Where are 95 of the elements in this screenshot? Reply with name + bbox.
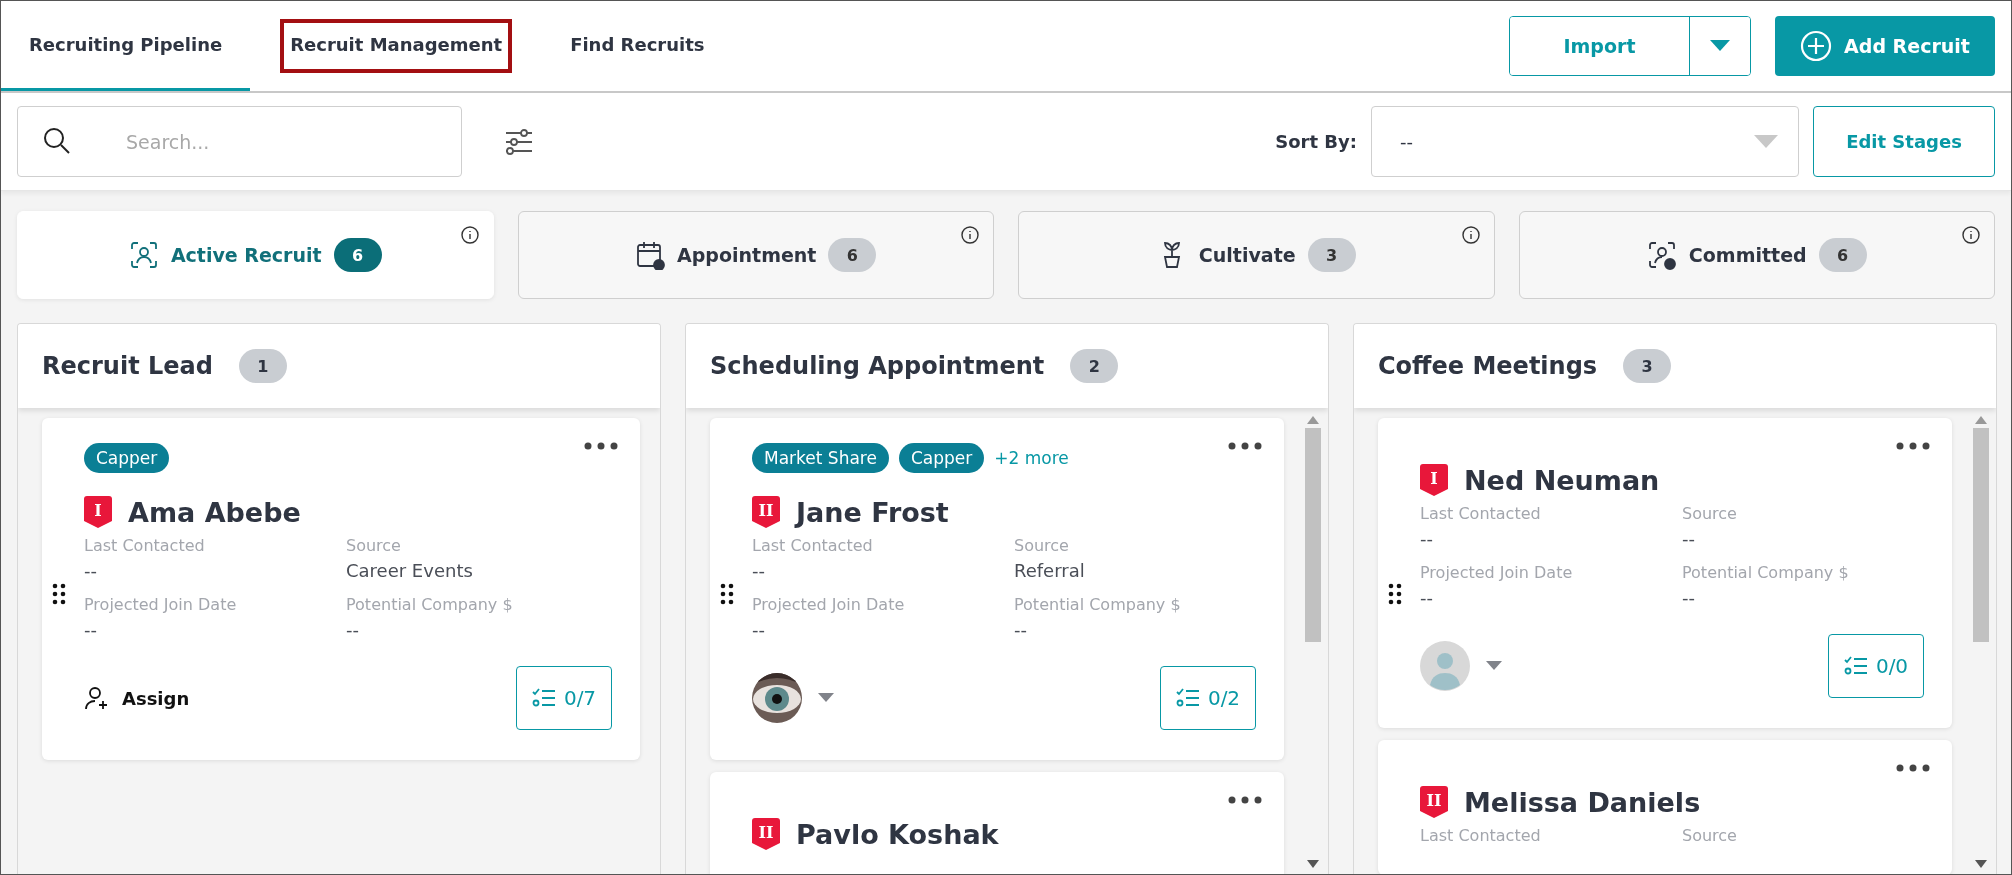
field-label: Last Contacted (752, 536, 874, 555)
count-badge: 2 (1070, 349, 1119, 383)
level-badge: II (752, 818, 780, 850)
add-person-icon (84, 685, 110, 711)
avatar-icon (1420, 641, 1470, 691)
field-value: -- (84, 560, 98, 581)
field-value: Referral (1014, 560, 1086, 581)
count-badge: 3 (1623, 349, 1672, 383)
assign-button[interactable]: Assign (84, 685, 190, 711)
search-field[interactable]: Search... (17, 106, 462, 177)
tag: Capper (898, 443, 985, 473)
nav-tab[interactable]: Recruit Management (262, 1, 531, 91)
info-icon[interactable] (460, 226, 479, 244)
recruit-name: Jane Frost (796, 496, 949, 528)
tag: Market Share (752, 443, 889, 473)
search-icon (43, 127, 71, 155)
field-label: Projected Join Date (752, 595, 906, 614)
more-tags-link[interactable]: +2 more (994, 448, 1069, 468)
plus-circle-icon (1800, 30, 1833, 62)
info-icon[interactable] (961, 226, 979, 244)
field-value: -- (1420, 528, 1434, 549)
stage-tab[interactable]: Committed 6 (1518, 211, 1995, 299)
nav-tab[interactable]: Find Recruits (542, 1, 733, 91)
field-label: Source (1682, 826, 1738, 845)
drag-handle-icon[interactable] (720, 583, 734, 605)
field-label: Projected Join Date (84, 595, 238, 614)
count-badge: 6 (1818, 238, 1867, 272)
recruit-card[interactable]: II Pavlo Koshak (710, 772, 1284, 874)
info-icon[interactable] (1962, 226, 1980, 244)
field-label: Potential Company $ (1682, 563, 1850, 582)
more-icon[interactable] (584, 442, 618, 450)
recruit-card[interactable]: Market Share Capper +2 more II Jane Frost Last Contacted -- Source Referral Projected Join Date -- Potential Company $ -- 0/2 (710, 418, 1284, 760)
recruit-name: Ama Abebe (128, 496, 301, 528)
sort-label: Sort By: (1275, 131, 1357, 152)
sort-dropdown[interactable]: -- (1371, 106, 1799, 177)
field-value: -- (346, 619, 360, 640)
more-icon[interactable] (1896, 764, 1930, 772)
field-label: Source (1682, 504, 1738, 523)
scroll-up-icon[interactable] (1307, 416, 1319, 424)
field-value: -- (1420, 587, 1434, 608)
calendar-icon (635, 240, 666, 270)
field-value: -- (1682, 528, 1696, 549)
field-label: Potential Company $ (1014, 595, 1182, 614)
field-value: -- (84, 619, 98, 640)
drag-handle-icon[interactable] (1388, 583, 1402, 605)
recruit-name: Melissa Daniels (1464, 786, 1701, 818)
field-label: Last Contacted (1420, 826, 1542, 845)
caret-icon[interactable] (818, 693, 834, 703)
tag: Capper (84, 443, 170, 473)
stage-tab[interactable]: Appointment 6 (517, 211, 994, 299)
scroll-down-icon[interactable] (1307, 860, 1319, 868)
count-badge: 1 (238, 349, 287, 383)
recruit-card[interactable]: I Ned Neuman Last Contacted -- Source -- Projected Join Date -- Potential Company $ -- 0/0 (1378, 418, 1952, 728)
level-badge: II (752, 496, 780, 528)
column-title: Coffee Meetings (1378, 352, 1598, 380)
person-check-icon (1646, 240, 1677, 270)
scroll-down-icon[interactable] (1975, 860, 1987, 868)
info-icon[interactable] (1461, 226, 1480, 244)
field-value: -- (1014, 619, 1028, 640)
field-value: Career Events (346, 560, 474, 581)
stage-tab[interactable]: Active Recruit 6 (17, 211, 494, 299)
level-badge: I (1420, 464, 1448, 496)
field-label: Last Contacted (1420, 504, 1542, 523)
count-badge: 6 (828, 238, 877, 272)
column-title: Recruit Lead (42, 352, 213, 380)
level-badge: II (1420, 786, 1448, 818)
field-label: Projected Join Date (1420, 563, 1574, 582)
level-badge: I (84, 496, 112, 528)
more-icon[interactable] (1228, 796, 1262, 804)
count-badge: 3 (1307, 238, 1356, 272)
field-value: -- (752, 619, 766, 640)
more-icon[interactable] (1896, 442, 1930, 450)
field-label: Source (346, 536, 402, 555)
recruit-name: Pavlo Koshak (796, 818, 999, 850)
drag-handle-icon[interactable] (52, 583, 66, 605)
caret-icon (1710, 40, 1730, 52)
column-title: Scheduling Appointment (710, 352, 1045, 380)
checklist-icon (531, 688, 556, 708)
field-label: Potential Company $ (346, 595, 514, 614)
recruit-card[interactable]: II Melissa Daniels Last Contacted Source (1378, 740, 1952, 874)
count-badge: 6 (333, 238, 382, 272)
more-icon[interactable] (1228, 442, 1262, 450)
field-label: Source (1014, 536, 1070, 555)
stage-tab[interactable]: Cultivate 3 (1018, 211, 1495, 299)
field-value: -- (752, 560, 766, 581)
caret-icon[interactable] (1486, 661, 1502, 671)
recruit-card[interactable]: Capper I Ama Abebe Last Contacted -- Source Career Events Projected Join Date -- Potential Company $ -- Assign 0/7 (42, 418, 640, 760)
field-label: Last Contacted (84, 536, 206, 555)
checklist-icon (1175, 688, 1200, 708)
scroll-up-icon[interactable] (1975, 416, 1987, 424)
field-value: -- (1682, 587, 1696, 608)
recruit-name: Ned Neuman (1464, 464, 1660, 496)
person-scan-icon (128, 240, 159, 270)
caret-icon (1754, 134, 1778, 149)
checklist-icon (1843, 656, 1868, 676)
